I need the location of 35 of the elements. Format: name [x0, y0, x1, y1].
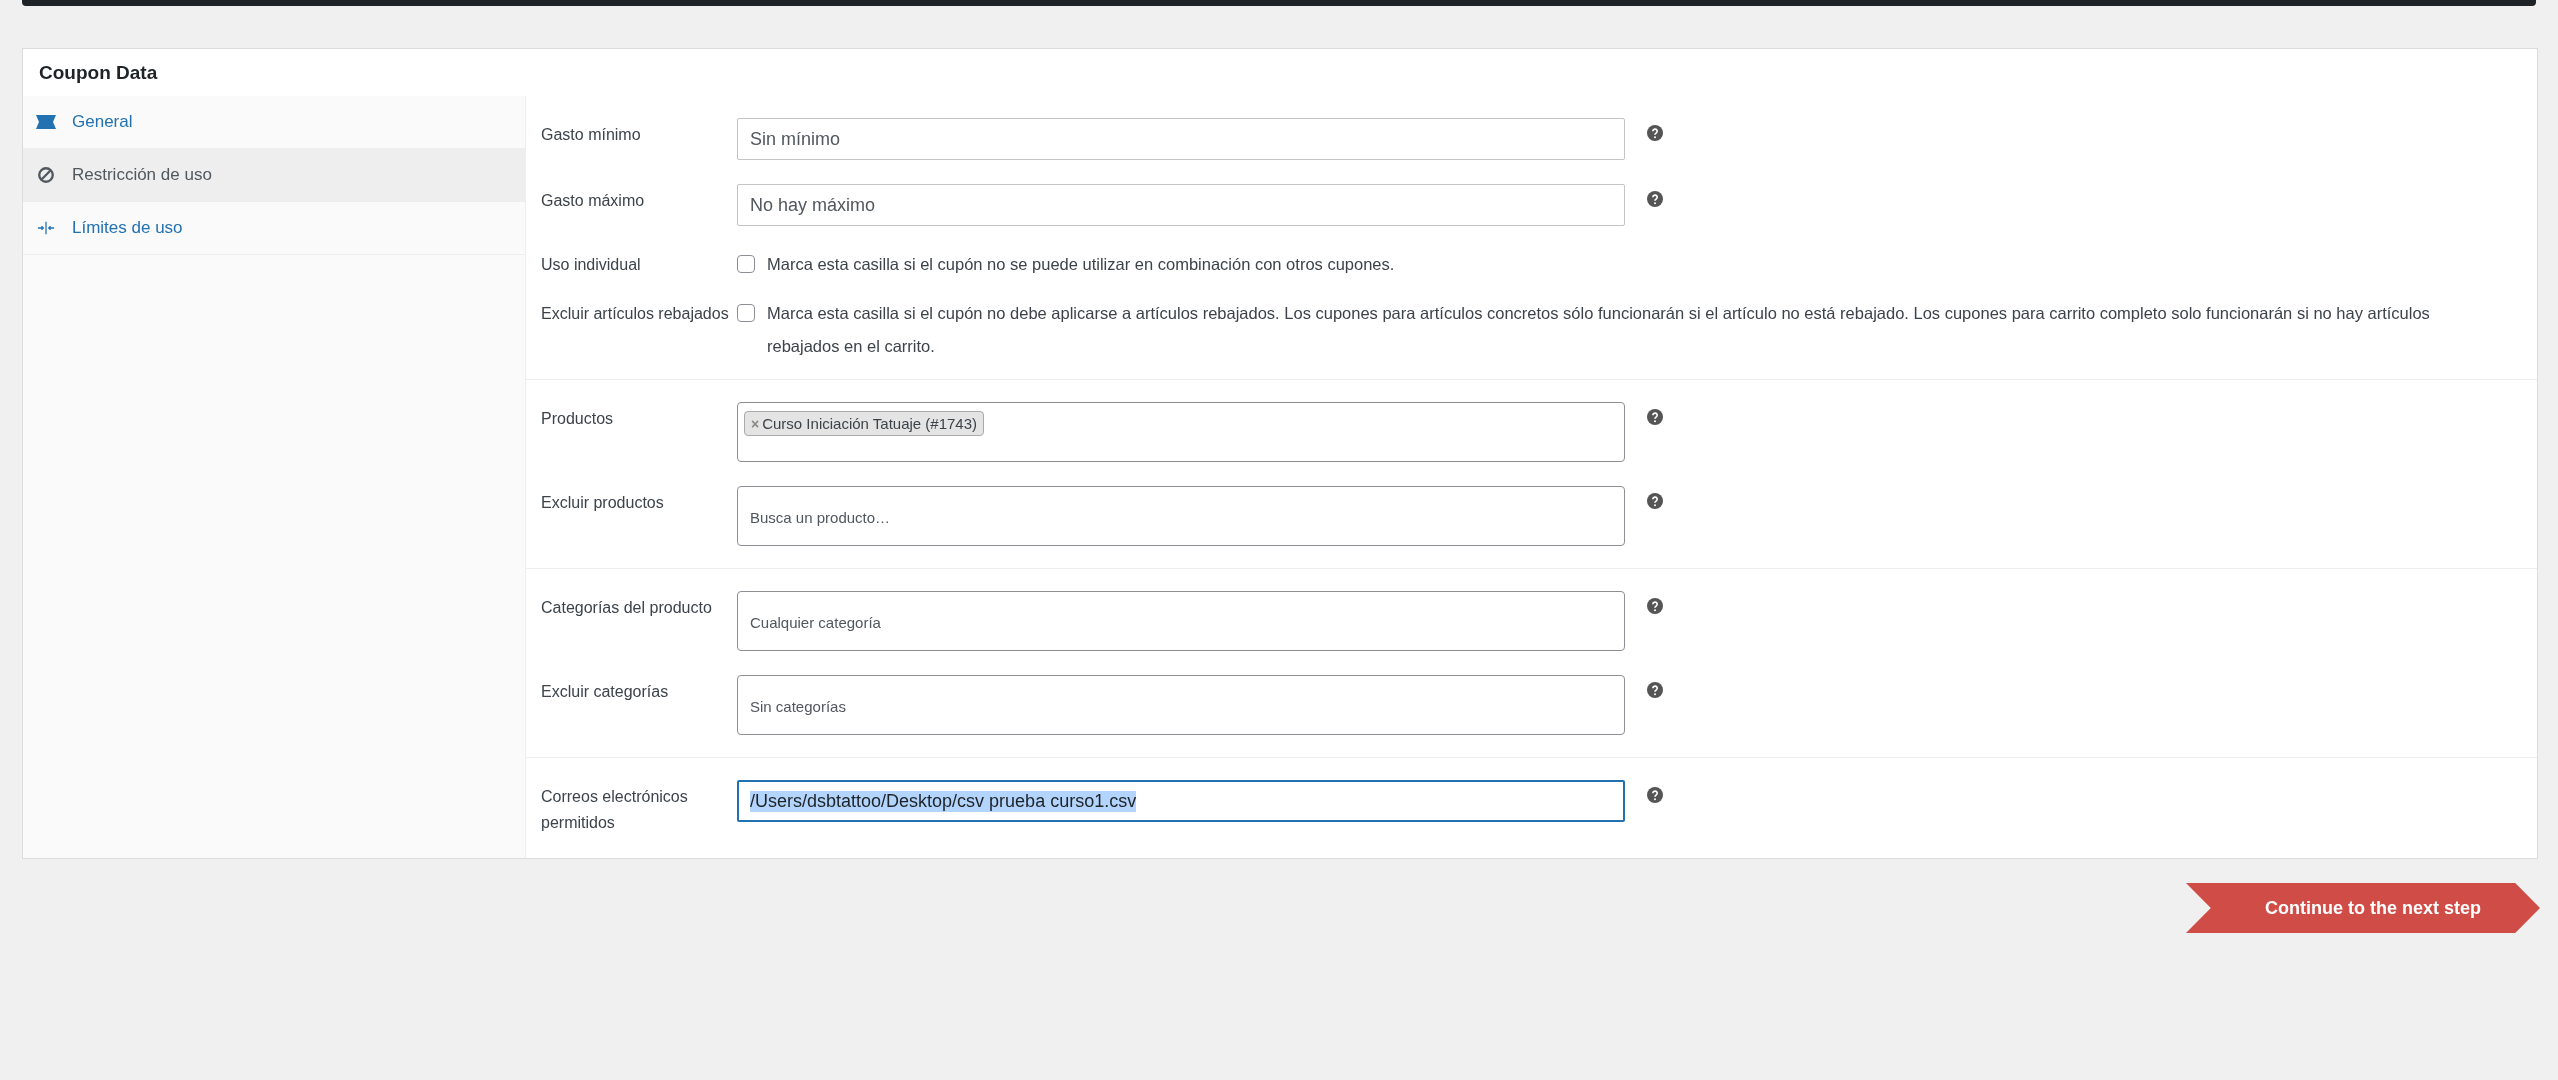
checkbox[interactable]: [737, 304, 755, 322]
help-icon[interactable]: [1647, 409, 1663, 425]
field-label: Gasto mínimo: [541, 125, 642, 145]
ticket-icon: [36, 113, 56, 131]
input-field[interactable]: Sin mínimo: [737, 118, 1625, 160]
input-field[interactable]: No hay máximo: [737, 184, 1625, 226]
help-icon[interactable]: [1647, 125, 1663, 141]
field-label: Excluir categorías: [541, 682, 670, 702]
field-label: Categorías del producto: [541, 598, 713, 618]
help-icon[interactable]: [1647, 787, 1663, 803]
sidebar-tab[interactable]: Límites de uso: [23, 202, 525, 255]
checkbox-description: Marca esta casilla si el cupón no se puede utilizar en combinación con otros cupones.: [767, 254, 1395, 275]
sidebar-tab[interactable]: Restricción de uso: [23, 149, 525, 202]
help-icon[interactable]: [1647, 682, 1663, 698]
input-field[interactable]: /Users/dsbtattoo/Desktop/csv prueba curso1.csv: [737, 780, 1625, 822]
select-field[interactable]: Cualquier categoría: [737, 591, 1625, 651]
next-step-button[interactable]: Continue to the next step: [2186, 883, 2540, 933]
field-label: Correos electrónicos permitidos: [541, 787, 689, 833]
panel-title: Coupon Data: [38, 61, 159, 85]
select-field[interactable]: Sin categorías: [737, 675, 1625, 735]
field-label: Gasto máximo: [541, 191, 646, 211]
select-field[interactable]: Busca un producto…: [737, 486, 1625, 546]
help-icon[interactable]: [1647, 493, 1663, 509]
help-icon[interactable]: [1647, 598, 1663, 614]
prohibited-icon: [36, 166, 56, 184]
product-tag: × Curso Iniciación Tatuaje (#1743): [744, 411, 985, 436]
select-field[interactable]: × Curso Iniciación Tatuaje (#1743): [737, 402, 1625, 462]
field-label: Excluir artículos rebajados: [541, 304, 730, 324]
help-icon[interactable]: [1647, 191, 1663, 207]
field-label: Uso individual: [541, 255, 642, 275]
field-label: Productos: [541, 409, 615, 429]
checkbox-description: Marca esta casilla si el cupón no debe aplicarse a artículos rebajados. Los cupones para artículos concretos sólo funcionarán si el artículo no está rebajado. Los cupones para carrito completo solo funcionarán si no hay artículos rebajados en el carrito.: [767, 303, 2431, 357]
arrows-inward-icon: [36, 219, 56, 237]
checkbox[interactable]: [737, 255, 755, 273]
field-label: Excluir productos: [541, 493, 665, 513]
